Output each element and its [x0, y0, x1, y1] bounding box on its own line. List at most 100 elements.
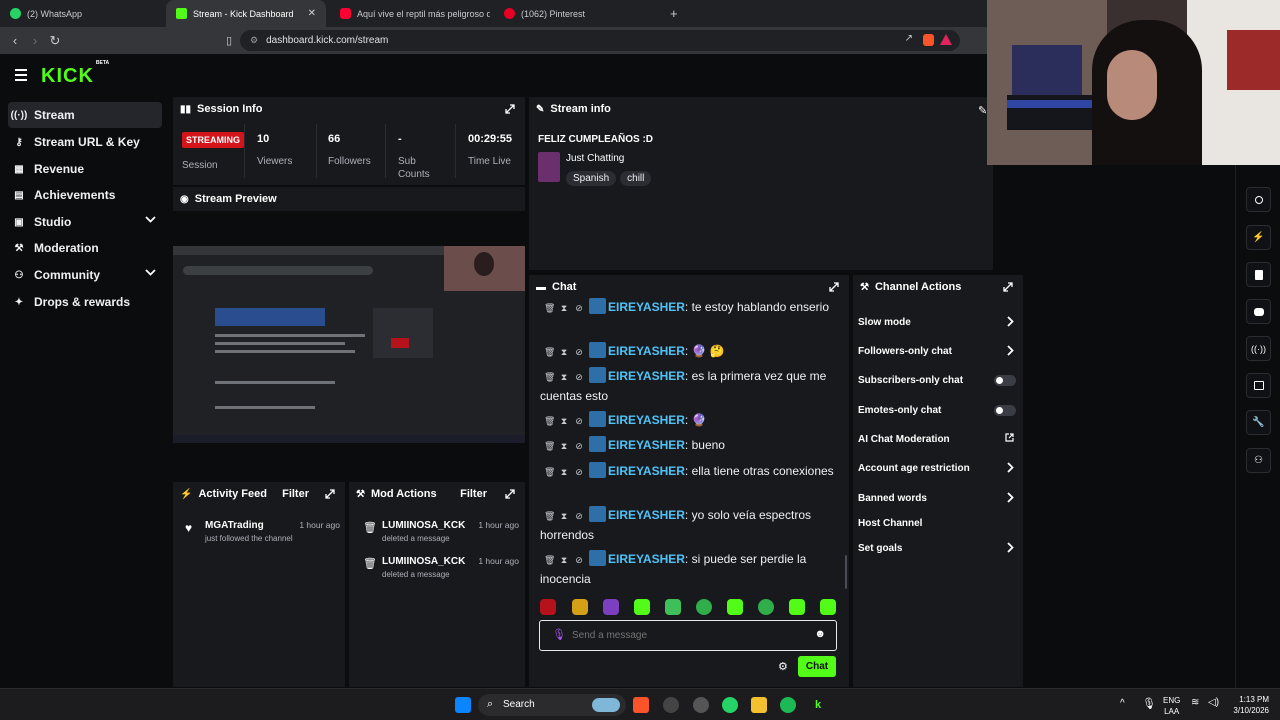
- wifi-icon[interactable]: ≋: [1191, 697, 1199, 708]
- language-indicator[interactable]: ENG LAA: [1163, 695, 1180, 717]
- chat-message[interactable]: 🗑 ⧗ ⊘ EIREYASHER: ella tiene otras conexion…: [540, 462, 840, 482]
- ban-icon[interactable]: ⊘: [574, 507, 584, 526]
- ban-icon[interactable]: ⊘: [574, 368, 584, 387]
- chat-message[interactable]: 🗑 ⧗ ⊘ EIREYASHER: es la primera vez que me …: [540, 367, 840, 406]
- chat-input-box[interactable]: 🎙 ☻: [539, 620, 837, 651]
- chat-username[interactable]: EIREYASHER: [608, 369, 685, 383]
- back-icon[interactable]: ‹: [7, 33, 23, 49]
- sidebar-item-stream[interactable]: ((·)) Stream: [8, 102, 162, 128]
- followers-only-action[interactable]: Followers-only chat: [858, 342, 1018, 360]
- trash-icon[interactable]: 🗑: [544, 368, 555, 387]
- chevron-down-icon[interactable]: [145, 216, 156, 223]
- timeout-icon[interactable]: ⧗: [559, 437, 569, 456]
- expand-icon[interactable]: [505, 104, 515, 114]
- stream-preview-video[interactable]: [173, 246, 525, 443]
- sidebar-item-drops-rewards[interactable]: ✦ Drops & rewards: [8, 289, 162, 315]
- emote-icon[interactable]: [540, 599, 556, 615]
- timeout-icon[interactable]: ⧗: [559, 463, 569, 482]
- chat-scrollbar[interactable]: [845, 555, 847, 589]
- chat-message[interactable]: 🗑 ⧗ ⊘ EIREYASHER: bueno: [540, 436, 840, 456]
- rail-stream-button[interactable]: ((·)): [1246, 336, 1271, 361]
- tab-pinterest[interactable]: (1062) Pinterest: [494, 0, 656, 27]
- rail-session-button[interactable]: [1246, 187, 1271, 212]
- file-explorer-icon[interactable]: [751, 697, 767, 713]
- sidebar-item-revenue[interactable]: ▦ Revenue: [8, 156, 162, 182]
- category-name[interactable]: Just Chatting: [566, 153, 624, 164]
- ban-icon[interactable]: ⊘: [574, 299, 584, 318]
- app-icon[interactable]: [693, 697, 709, 713]
- chatgpt-icon[interactable]: [663, 697, 679, 713]
- close-tab-icon[interactable]: ✕: [308, 8, 316, 19]
- expand-icon[interactable]: [505, 489, 515, 499]
- host-channel-action[interactable]: Host Channel: [858, 514, 1018, 532]
- chat-message[interactable]: 🗑 ⧗ ⊘ EIREYASHER: si puede ser perdie la in…: [540, 550, 840, 589]
- sidebar-item-stream-url-key[interactable]: ⚷ Stream URL & Key: [8, 129, 162, 155]
- ai-chat-moderation-action[interactable]: AI Chat Moderation: [858, 430, 1018, 448]
- emote-icon[interactable]: [634, 599, 650, 615]
- clock[interactable]: 1:13 PM 3/10/2026: [1227, 694, 1269, 716]
- tab-youtube[interactable]: Aquí vive el reptil más peligroso del: [330, 0, 490, 27]
- trash-icon[interactable]: 🗑: [544, 463, 555, 482]
- volume-icon[interactable]: ◁): [1208, 697, 1219, 708]
- kick-studio-icon[interactable]: k: [810, 697, 826, 713]
- rail-notes-button[interactable]: [1246, 262, 1271, 287]
- chat-username[interactable]: EIREYASHER: [608, 300, 685, 314]
- spotify-icon[interactable]: [780, 697, 796, 713]
- rail-activity-button[interactable]: ⚡: [1246, 225, 1271, 250]
- slow-mode-action[interactable]: Slow mode: [858, 313, 1018, 331]
- url-field[interactable]: ⚙ dashboard.kick.com/stream ↗: [240, 30, 960, 51]
- chat-username[interactable]: EIREYASHER: [608, 552, 685, 566]
- chat-username[interactable]: EIREYASHER: [608, 413, 685, 427]
- chat-message[interactable]: 🗑 ⧗ ⊘ EIREYASHER: yo solo veía espectros ho…: [540, 506, 840, 545]
- rail-tools-button[interactable]: 🔧: [1246, 410, 1271, 435]
- timeout-icon[interactable]: ⧗: [559, 343, 569, 362]
- bookmark-icon[interactable]: ▯: [221, 33, 237, 49]
- forward-icon[interactable]: ›: [27, 33, 43, 49]
- chat-settings-icon[interactable]: ⚙: [778, 660, 788, 673]
- timeout-icon[interactable]: ⧗: [559, 412, 569, 431]
- expand-icon[interactable]: [1003, 282, 1013, 292]
- whatsapp-icon[interactable]: [722, 697, 738, 713]
- ban-icon[interactable]: ⊘: [574, 437, 584, 456]
- account-age-action[interactable]: Account age restriction: [858, 459, 1018, 477]
- ban-icon[interactable]: ⊘: [574, 343, 584, 362]
- timeout-icon[interactable]: ⧗: [559, 299, 569, 318]
- site-info-icon[interactable]: ⚙: [250, 35, 258, 46]
- chat-message[interactable]: 🗑 ⧗ ⊘ EIREYASHER: te estoy hablando enserio: [540, 298, 840, 318]
- set-goals-action[interactable]: Set goals: [858, 539, 1018, 557]
- sidebar-item-community[interactable]: ⚇ Community: [8, 262, 162, 288]
- tab-kick-dashboard[interactable]: Stream - Kick Dashboard ✕: [166, 0, 326, 27]
- chat-send-button[interactable]: Chat: [798, 656, 836, 677]
- brave-shield-icon[interactable]: [923, 34, 934, 46]
- emotes-only-action[interactable]: Emotes-only chat: [858, 401, 1018, 419]
- sidebar-item-moderation[interactable]: ⚒ Moderation: [8, 235, 162, 261]
- trash-icon[interactable]: 🗑: [544, 551, 555, 570]
- emote-icon[interactable]: [758, 599, 774, 615]
- emote-icon[interactable]: [665, 599, 681, 615]
- new-tab-button[interactable]: +: [660, 0, 680, 27]
- chat-username[interactable]: EIREYASHER: [608, 438, 685, 452]
- sidebar-item-achievements[interactable]: ▤ Achievements: [8, 182, 162, 208]
- windows-start-icon[interactable]: [455, 697, 471, 713]
- microphone-tray-icon[interactable]: 🎙: [1142, 697, 1156, 710]
- chat-username[interactable]: EIREYASHER: [608, 464, 685, 478]
- rail-chat-button[interactable]: [1246, 299, 1271, 324]
- sidebar-item-studio[interactable]: ▣ Studio: [8, 209, 162, 235]
- emote-icon[interactable]: [727, 599, 743, 615]
- rail-community-button[interactable]: ⚇: [1246, 448, 1271, 473]
- chat-input[interactable]: [572, 626, 802, 644]
- timeout-icon[interactable]: ⧗: [559, 551, 569, 570]
- trash-icon[interactable]: 🗑: [544, 343, 555, 362]
- chat-message[interactable]: 🗑 ⧗ ⊘ EIREYASHER: 🔮: [540, 411, 840, 431]
- rewards-icon[interactable]: [940, 34, 952, 45]
- emotes-only-toggle[interactable]: [994, 405, 1016, 416]
- emote-icon[interactable]: [603, 599, 619, 615]
- ban-icon[interactable]: ⊘: [574, 551, 584, 570]
- microphone-icon[interactable]: 🎙: [552, 628, 566, 641]
- ban-icon[interactable]: ⊘: [574, 412, 584, 431]
- banned-words-action[interactable]: Banned words: [858, 489, 1018, 507]
- menu-icon[interactable]: [15, 69, 27, 81]
- trash-icon[interactable]: 🗑: [544, 412, 555, 431]
- taskbar-search[interactable]: ⌕ Search: [478, 694, 626, 716]
- show-hidden-icons[interactable]: ^: [1120, 698, 1125, 709]
